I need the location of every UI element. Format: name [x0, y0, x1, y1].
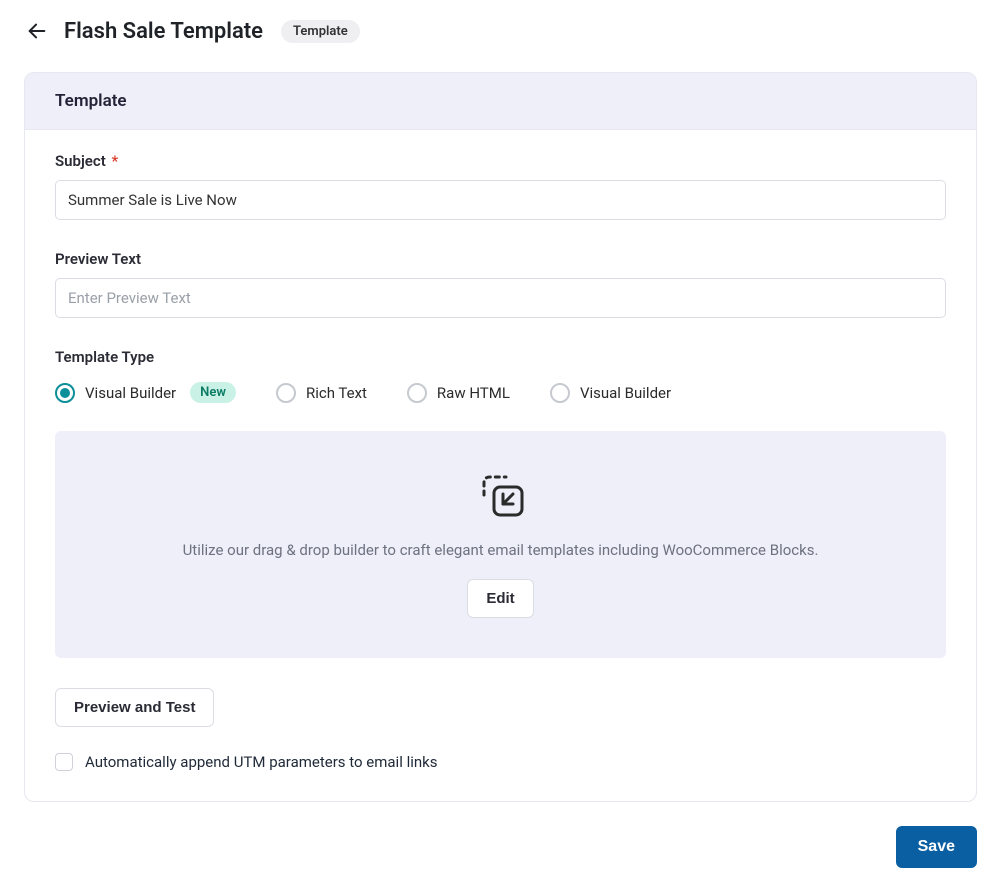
subject-label: Subject * — [55, 152, 946, 170]
utm-label: Automatically append UTM parameters to e… — [85, 753, 438, 771]
preview-and-test-button[interactable]: Preview and Test — [55, 688, 214, 727]
utm-checkbox[interactable] — [55, 753, 73, 771]
radio-icon — [407, 383, 427, 403]
template-card: Template Subject * Preview Text Template… — [24, 72, 977, 802]
template-type-option-rich-text[interactable]: Rich Text — [276, 383, 367, 403]
radio-icon — [276, 383, 296, 403]
utm-row: Automatically append UTM parameters to e… — [55, 753, 946, 771]
builder-description: Utilize our drag & drop builder to craft… — [85, 541, 916, 559]
template-type-option-visual-builder-new[interactable]: Visual Builder New — [55, 382, 236, 403]
arrow-left-icon — [26, 20, 48, 42]
template-type-option-raw-html[interactable]: Raw HTML — [407, 383, 510, 403]
page-title: Flash Sale Template — [64, 19, 263, 44]
preview-text-input[interactable] — [55, 278, 946, 318]
builder-panel: Utilize our drag & drop builder to craft… — [55, 431, 946, 658]
template-type-field: Template Type Visual Builder New Rich Te… — [55, 348, 946, 658]
subject-field: Subject * — [55, 152, 946, 220]
back-button[interactable] — [24, 18, 50, 44]
radio-icon — [550, 383, 570, 403]
template-type-option-visual-builder[interactable]: Visual Builder — [550, 383, 671, 403]
template-tag: Template — [281, 20, 360, 43]
radio-icon — [55, 383, 75, 403]
preview-text-label: Preview Text — [55, 250, 946, 268]
page-header: Flash Sale Template Template — [24, 18, 977, 44]
card-heading: Template — [25, 73, 976, 130]
edit-template-button[interactable]: Edit — [467, 579, 533, 618]
template-type-label: Template Type — [55, 348, 946, 366]
preview-text-field: Preview Text — [55, 250, 946, 318]
subject-input[interactable] — [55, 180, 946, 220]
required-star-icon: * — [111, 152, 118, 170]
new-badge: New — [190, 382, 236, 403]
save-button[interactable]: Save — [896, 826, 977, 868]
drag-drop-icon — [476, 471, 526, 523]
